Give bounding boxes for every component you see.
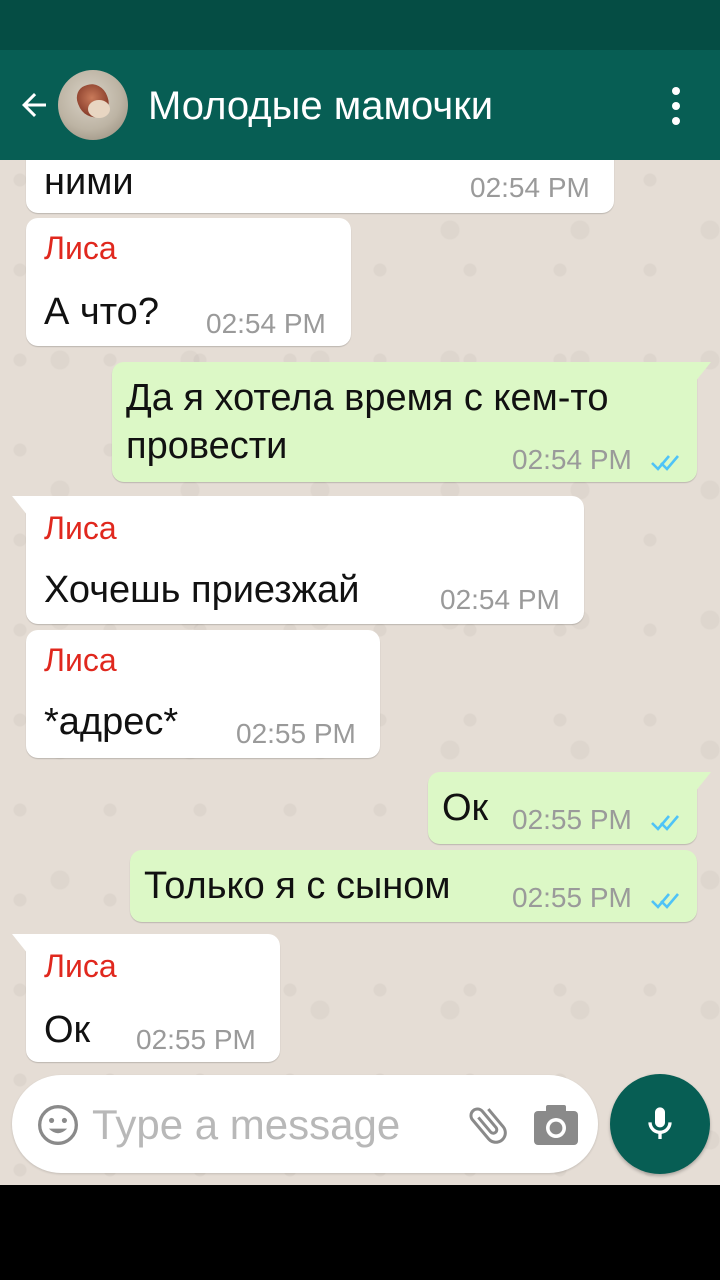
read-ticks-icon <box>651 893 679 909</box>
sender-name: Лиса <box>44 948 117 984</box>
message-input[interactable] <box>92 1097 452 1153</box>
group-avatar[interactable] <box>58 70 128 140</box>
message-bubble-outgoing[interactable]: Ок 02:55 PM <box>428 772 711 844</box>
message-text: Ок <box>44 1009 91 1051</box>
message-bubble-outgoing[interactable]: Да я хотела время с кем-то провести 02:5… <box>112 362 711 482</box>
message-text-line-2: провести <box>126 425 288 467</box>
sender-name: Лиса <box>44 230 117 266</box>
message-time: 02:55 PM <box>512 882 632 913</box>
camera-icon[interactable] <box>532 1103 580 1147</box>
message-time: 02:54 PM <box>440 584 560 615</box>
message-text: ними <box>44 161 134 203</box>
message-composer <box>12 1075 598 1173</box>
arrow-left-icon <box>22 93 46 117</box>
more-options-button[interactable] <box>656 80 696 132</box>
message-bubble-incoming[interactable]: Лиса Ок 02:55 PM <box>12 934 280 1062</box>
read-ticks-icon <box>651 815 679 831</box>
message-bubble-incoming[interactable]: Лиса Хочешь приезжай 02:54 PM <box>12 496 584 624</box>
message-bubble-incoming[interactable]: Лиса А что? 02:54 PM <box>26 218 351 346</box>
app-bar: Молодые мамочки <box>0 50 720 160</box>
message-time: 02:55 PM <box>136 1024 256 1055</box>
sender-name: Лиса <box>44 642 117 678</box>
mic-button[interactable] <box>610 1074 710 1174</box>
message-text-line-1: Да я хотела время с кем-то <box>126 377 609 419</box>
message-time: 02:54 PM <box>470 172 590 203</box>
emoji-icon[interactable] <box>36 1103 80 1147</box>
message-text: *адрес* <box>44 701 179 743</box>
message-text: Только я с сыном <box>144 865 451 907</box>
message-text: Хочешь приезжай <box>44 569 360 611</box>
sender-name: Лиса <box>44 510 117 546</box>
message-time: 02:55 PM <box>236 718 356 749</box>
message-time: 02:55 PM <box>512 804 632 835</box>
system-nav-bar <box>0 1185 720 1280</box>
message-bubble-outgoing[interactable]: Только я с сыном 02:55 PM <box>130 850 697 922</box>
status-bar <box>0 0 720 50</box>
message-bubble-incoming[interactable]: ними 02:54 PM <box>26 160 614 213</box>
message-text: А что? <box>44 291 159 333</box>
back-button[interactable] <box>12 80 56 130</box>
chat-area[interactable]: ними 02:54 PM Лиса А что? 02:54 PM Да я … <box>0 160 720 1185</box>
read-ticks-icon <box>651 455 679 471</box>
paperclip-icon[interactable] <box>464 1101 512 1149</box>
message-time: 02:54 PM <box>512 444 632 475</box>
chat-title[interactable]: Молодые мамочки <box>148 80 493 132</box>
message-text: Ок <box>442 787 489 829</box>
message-bubble-incoming[interactable]: Лиса *адрес* 02:55 PM <box>26 630 380 758</box>
microphone-icon <box>648 1107 672 1139</box>
message-time: 02:54 PM <box>206 308 326 339</box>
more-vert-icon <box>672 87 680 95</box>
